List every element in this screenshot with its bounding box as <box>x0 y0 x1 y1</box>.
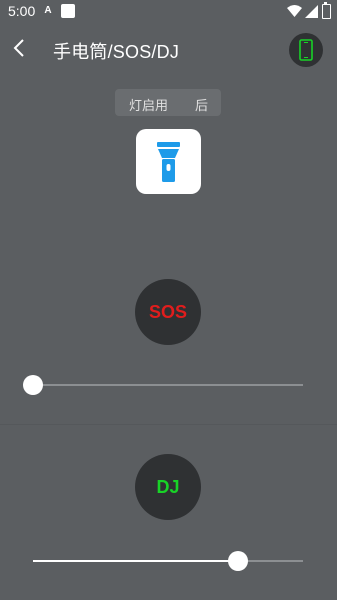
flashlight-icon <box>157 142 180 182</box>
app-bar: 手电筒/SOS/DJ <box>0 24 337 76</box>
status-bar: 5:00 A <box>0 0 337 24</box>
section-divider <box>0 424 337 425</box>
page-title: 手电筒/SOS/DJ <box>53 42 180 62</box>
dj-slider-thumb[interactable] <box>228 551 248 571</box>
dj-button[interactable]: DJ <box>135 454 201 520</box>
back-arrow-icon[interactable] <box>8 36 32 60</box>
sos-slider-thumb[interactable] <box>23 375 43 395</box>
flash-mode-label: 灯启用 <box>129 98 169 113</box>
battery-icon <box>322 2 331 19</box>
flash-mode-tab[interactable]: 灯启用 后 <box>115 89 221 116</box>
notification-a-icon: A <box>44 5 52 16</box>
phone-mode-button[interactable] <box>289 33 323 67</box>
status-time: 5:00 <box>8 3 36 19</box>
phone-icon <box>299 39 313 61</box>
signal-icon <box>305 5 318 18</box>
wifi-icon <box>287 5 302 17</box>
sos-button[interactable]: SOS <box>135 279 201 345</box>
sos-slider-track[interactable] <box>33 384 303 386</box>
flash-mode-label-right: 后 <box>195 98 209 113</box>
dj-slider-fill <box>33 560 238 562</box>
notification-square-icon <box>61 4 75 18</box>
flashlight-button[interactable] <box>136 129 201 194</box>
